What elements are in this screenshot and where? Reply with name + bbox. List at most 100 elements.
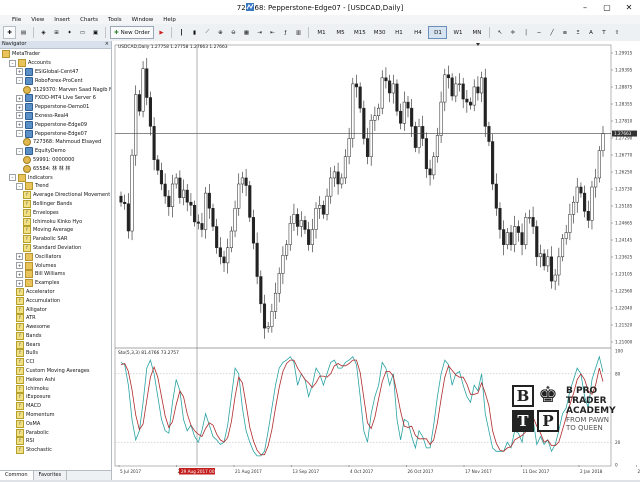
close-button[interactable]: ✕ xyxy=(618,0,640,15)
collapse-icon[interactable]: – xyxy=(16,130,23,137)
trendline-icon[interactable]: ╱ xyxy=(546,27,557,38)
timeframe-m5[interactable]: M5 xyxy=(332,27,349,38)
timeframe-h1[interactable]: H1 xyxy=(390,27,407,38)
menu-insert[interactable]: Insert xyxy=(49,17,75,23)
expand-icon[interactable]: + xyxy=(16,68,23,75)
timeframe-h4[interactable]: H4 xyxy=(409,27,426,38)
navigator-item[interactable]: +Oscillators xyxy=(0,252,111,261)
navigator-item[interactable]: fIchimoku Kinko Hyo xyxy=(0,217,111,226)
vertical-line-icon[interactable]: │ xyxy=(520,27,531,38)
navigator-item[interactable]: +Volumes xyxy=(0,261,111,270)
navigator-item[interactable]: +ESiGlobal-Cent47 xyxy=(0,68,111,77)
navigator-item[interactable]: –Trend xyxy=(0,182,111,191)
navigator-item[interactable]: fBulls xyxy=(0,349,111,358)
timeframe-m30[interactable]: M30 xyxy=(371,27,389,38)
navigator-item[interactable]: 727368: Mahmoud Elsayed xyxy=(0,138,111,147)
zoom-in-icon[interactable]: ⊕ xyxy=(215,27,226,38)
tab-favorites[interactable]: Favorites xyxy=(34,471,68,480)
navigator-item[interactable]: fParabolic SAR xyxy=(0,235,111,244)
navigator-item[interactable]: fStandard Deviation xyxy=(0,244,111,253)
maximize-button[interactable]: ▢ xyxy=(596,0,618,15)
market-watch-icon[interactable]: ◈ xyxy=(38,27,49,38)
navigator-item[interactable]: fAccumulation xyxy=(0,296,111,305)
navigator-item[interactable]: –Pepperstone-Edge07 xyxy=(0,129,111,138)
strategy-tester-icon[interactable]: ▣ xyxy=(90,27,101,38)
navigator-item[interactable]: fMomentum xyxy=(0,411,111,420)
navigator-item[interactable]: fCCI xyxy=(0,358,111,367)
navigator-item[interactable]: fATR xyxy=(0,314,111,323)
timeframe-m15[interactable]: M15 xyxy=(351,27,369,38)
autotrading-icon[interactable]: ▶ xyxy=(156,27,167,38)
new-order-button[interactable]: ✚ New Order xyxy=(110,26,154,39)
navigator-icon[interactable]: ✦ xyxy=(64,27,75,38)
menu-charts[interactable]: Charts xyxy=(75,17,103,23)
expand-icon[interactable]: + xyxy=(16,262,23,269)
new-chart-icon[interactable]: ✚ xyxy=(3,26,16,39)
navigator-item[interactable]: fBears xyxy=(0,340,111,349)
navigator-item[interactable]: fHeiken Ashi xyxy=(0,375,111,384)
timeframe-mn[interactable]: MN xyxy=(468,27,485,38)
navigator-item[interactable]: fiExposure xyxy=(0,393,111,402)
expand-icon[interactable]: + xyxy=(16,280,23,287)
minimize-button[interactable]: – xyxy=(574,0,596,15)
navigator-item[interactable]: fAlligator xyxy=(0,305,111,314)
expand-icon[interactable]: + xyxy=(16,104,23,111)
menu-tools[interactable]: Tools xyxy=(103,17,127,23)
navigator-item[interactable]: +Exness-Real4 xyxy=(0,112,111,121)
navigator-item[interactable]: +Pepperstone-Edge09 xyxy=(0,120,111,129)
navigator-item[interactable]: fIchimoku xyxy=(0,384,111,393)
templates-icon[interactable]: ▥ xyxy=(293,27,304,38)
navigator-item[interactable]: –Indicators xyxy=(0,173,111,182)
indicators-icon[interactable]: ƒ xyxy=(280,27,291,38)
collapse-icon[interactable]: – xyxy=(9,174,16,181)
line-chart-icon[interactable]: ⟋ xyxy=(202,27,213,38)
navigator-item[interactable]: fRSI xyxy=(0,437,111,446)
timeframe-d1[interactable]: D1 xyxy=(428,26,447,39)
navigator-item[interactable]: +Bill Williams xyxy=(0,270,111,279)
zoom-out-icon[interactable]: ⊖ xyxy=(228,27,239,38)
navigator-item[interactable]: –EquityDemo xyxy=(0,147,111,156)
navigator-item[interactable]: fBands xyxy=(0,332,111,341)
timeframe-m1[interactable]: M1 xyxy=(313,27,330,38)
expand-icon[interactable]: + xyxy=(16,95,23,102)
channel-icon[interactable]: ≡ xyxy=(559,27,570,38)
navigator-item[interactable]: –RoboForex-ProCent xyxy=(0,76,111,85)
tile-windows-icon[interactable]: ▦ xyxy=(241,27,252,38)
navigator-item[interactable]: 65584: 林 林 林 xyxy=(0,164,111,173)
navigator-item[interactable]: fOsMA xyxy=(0,419,111,428)
menu-window[interactable]: Window xyxy=(127,17,159,23)
navigator-item[interactable]: +Examples xyxy=(0,279,111,288)
candlestick-icon[interactable]: ▮ xyxy=(189,27,200,38)
crosshair-icon[interactable]: ✛ xyxy=(507,27,518,38)
menu-help[interactable]: Help xyxy=(158,17,181,23)
collapse-icon[interactable]: – xyxy=(16,77,23,84)
navigator-item[interactable]: fAwesome xyxy=(0,323,111,332)
menu-view[interactable]: View xyxy=(26,17,49,23)
tab-common[interactable]: Common xyxy=(0,471,34,480)
menu-file[interactable]: File xyxy=(0,17,26,23)
expand-icon[interactable]: + xyxy=(16,121,23,128)
navigator-item[interactable]: fMACD xyxy=(0,402,111,411)
bar-chart-icon[interactable]: ┃ xyxy=(176,27,187,38)
navigator-item[interactable]: fCustom Moving Averages xyxy=(0,367,111,376)
arrows-icon[interactable]: ⇧ xyxy=(611,27,622,38)
navigator-item[interactable]: +Pepperstone-Demo01 xyxy=(0,103,111,112)
navigator-item[interactable]: fParabolic xyxy=(0,428,111,437)
text-tool-icon[interactable]: A xyxy=(585,27,596,38)
navigator-close-icon[interactable]: × xyxy=(105,41,109,48)
expand-icon[interactable]: + xyxy=(16,271,23,278)
collapse-icon[interactable]: – xyxy=(16,148,23,155)
expand-icon[interactable]: + xyxy=(16,112,23,119)
horizontal-line-icon[interactable]: ─ xyxy=(533,27,544,38)
terminal-icon[interactable]: ▭ xyxy=(77,27,88,38)
navigator-item[interactable]: fAccelerator xyxy=(0,288,111,297)
chart-shift-icon[interactable]: ⇥ xyxy=(254,27,265,38)
data-window-icon[interactable]: ⊞ xyxy=(51,27,62,38)
navigator-item[interactable]: 59991: 0000000 xyxy=(0,156,111,165)
expand-icon[interactable]: + xyxy=(16,253,23,260)
collapse-icon[interactable]: – xyxy=(9,60,16,67)
collapse-icon[interactable]: – xyxy=(16,183,23,190)
cursor-icon[interactable]: ↖ xyxy=(494,27,505,38)
label-tool-icon[interactable]: T xyxy=(598,27,609,38)
timeframe-w1[interactable]: W1 xyxy=(449,27,466,38)
